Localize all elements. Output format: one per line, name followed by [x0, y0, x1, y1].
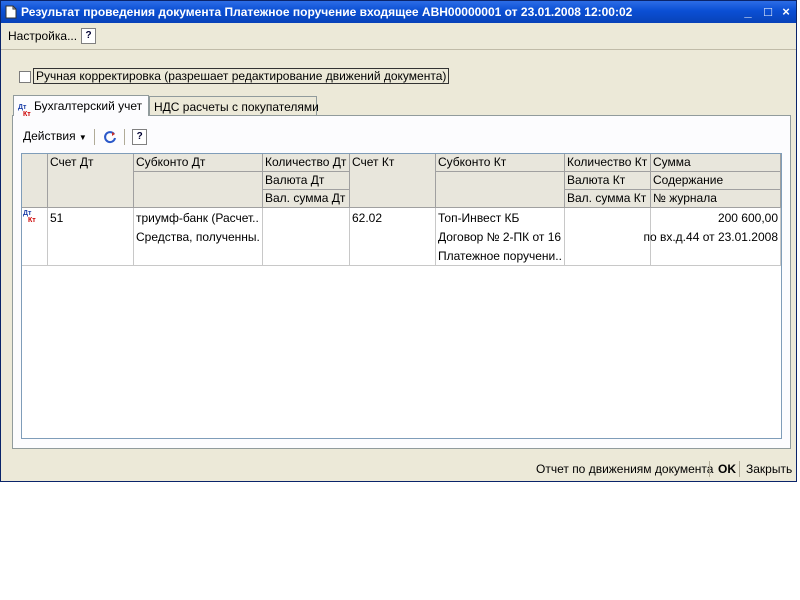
dropdown-arrow-icon: ▼ [78, 133, 87, 143]
bottom-separator [739, 461, 740, 477]
header-dt-subconto-blank [134, 172, 263, 208]
cell-kt-qty [565, 208, 651, 266]
actions-menu-button[interactable]: Действия ▼ [23, 129, 90, 143]
bottom-separator [709, 461, 710, 477]
header-kt-subconto-blank [436, 172, 565, 208]
cell-kt-account: 62.02 [350, 208, 436, 266]
header-dt-qty[interactable]: Количество Дт [263, 154, 350, 172]
grid-toolbar: Действия ▼ ? [23, 129, 148, 145]
maximize-button[interactable]: □ [759, 3, 777, 20]
header-amount[interactable]: Сумма [651, 154, 781, 172]
postings-table[interactable]: Счет Дт Субконто Дт Количество Дт Валюта… [21, 153, 782, 439]
row-icon-cell: Дт Кт [22, 208, 48, 266]
close-button[interactable]: × [777, 3, 795, 20]
header-kt-currency[interactable]: Валюта Кт [565, 172, 651, 190]
header-kt-account[interactable]: Счет Кт [350, 154, 436, 208]
tab-vat-label: НДС расчеты с покупателями [154, 100, 319, 114]
cell-dt-qty [263, 208, 350, 266]
cell-dt-account: 51 [48, 208, 134, 266]
cell-amount: 200 600,00 по вх.д.44 от 23.01.2008 [643, 208, 781, 266]
title-bar[interactable]: Результат проведения документа Платежное… [1, 1, 796, 23]
dt-kt-icon: Дт Кт [23, 210, 36, 224]
header-kt-qty[interactable]: Количество Кт [565, 154, 651, 172]
header-dt-cur-amount[interactable]: Вал. сумма Дт [263, 190, 350, 208]
manual-edit-checkbox[interactable] [19, 71, 31, 83]
tab-vat[interactable]: НДС расчеты с покупателями [149, 96, 319, 116]
tab-accounting[interactable]: Дт Кт Бухгалтерский учет [13, 95, 149, 118]
header-dt-account[interactable]: Счет Дт [48, 154, 134, 208]
bottom-bar: Отчет по движениям документа OK Закрыть [5, 459, 796, 481]
menu-settings[interactable]: Настройка... [8, 29, 77, 43]
document-result-window: Результат проведения документа Платежное… [0, 0, 797, 482]
dt-kt-icon: Дт Кт [18, 103, 31, 118]
window-title: Результат проведения документа Платежное… [21, 5, 633, 19]
tab-accounting-label: Бухгалтерский учет [34, 99, 143, 113]
toolbar-separator [94, 129, 96, 145]
header-journal[interactable]: № журнала [651, 190, 781, 208]
header-dt-subconto[interactable]: Субконто Дт [134, 154, 263, 172]
header-content[interactable]: Содержание [651, 172, 781, 190]
menu-separator [1, 49, 796, 50]
minimize-button[interactable]: _ [739, 3, 757, 20]
header-kt-subconto[interactable]: Субконто Кт [436, 154, 565, 172]
header-kt-cur-amount[interactable]: Вал. сумма Кт [565, 190, 651, 208]
ok-button[interactable]: OK [718, 462, 736, 476]
help-icon[interactable]: ? [81, 28, 96, 44]
header-dt-currency[interactable]: Валюта Дт [263, 172, 350, 190]
help-icon[interactable]: ? [132, 129, 148, 145]
toolbar-separator [123, 129, 125, 145]
document-icon [5, 5, 17, 19]
close-window-button[interactable]: Закрыть [746, 462, 792, 476]
refresh-icon[interactable] [103, 130, 117, 144]
movements-report-button[interactable]: Отчет по движениям документа [536, 462, 713, 476]
cell-dt-subconto: триумф-банк (Расчет... Средства, получен… [134, 208, 263, 266]
header-icon-column [22, 154, 48, 208]
manual-edit-label[interactable]: Ручная корректировка (разрешает редактир… [33, 68, 450, 84]
cell-kt-subconto: Топ-Инвест КБ Договор № 2-ПК от 16.... П… [436, 208, 565, 266]
